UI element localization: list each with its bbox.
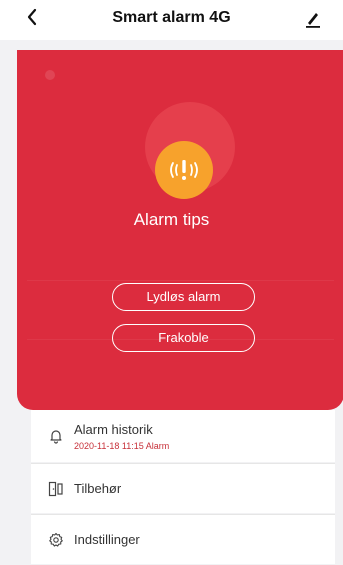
- gear-icon: [48, 532, 64, 548]
- top-bar: Smart alarm 4G: [0, 0, 343, 40]
- status-dot: [45, 70, 55, 80]
- menu-item-label: Indstillinger: [74, 532, 140, 547]
- last-alarm-timestamp: 2020-11-18 11:15 Alarm: [74, 441, 170, 451]
- alarm-warning-icon: [155, 141, 213, 199]
- silent-alarm-button[interactable]: Lydløs alarm: [112, 283, 255, 311]
- disconnect-button[interactable]: Frakoble: [112, 324, 255, 352]
- alarm-overlay-panel: [17, 50, 343, 410]
- bell-icon: [48, 428, 64, 444]
- pencil-icon[interactable]: [305, 10, 321, 28]
- alarm-title: Alarm tips: [133, 210, 210, 229]
- menu-item-alarm-history[interactable]: Alarm historik 2020-11-18 11:15 Alarm: [31, 410, 335, 462]
- menu-item-label: Tilbehør: [74, 481, 122, 496]
- menu-item-settings[interactable]: Indstillinger: [31, 514, 335, 564]
- menu-item-accessories[interactable]: Tilbehør: [31, 463, 335, 513]
- door-sensor-icon: [48, 481, 64, 497]
- menu-item-label: Alarm historik: [74, 422, 153, 437]
- page-title: Smart alarm 4G: [112, 9, 231, 26]
